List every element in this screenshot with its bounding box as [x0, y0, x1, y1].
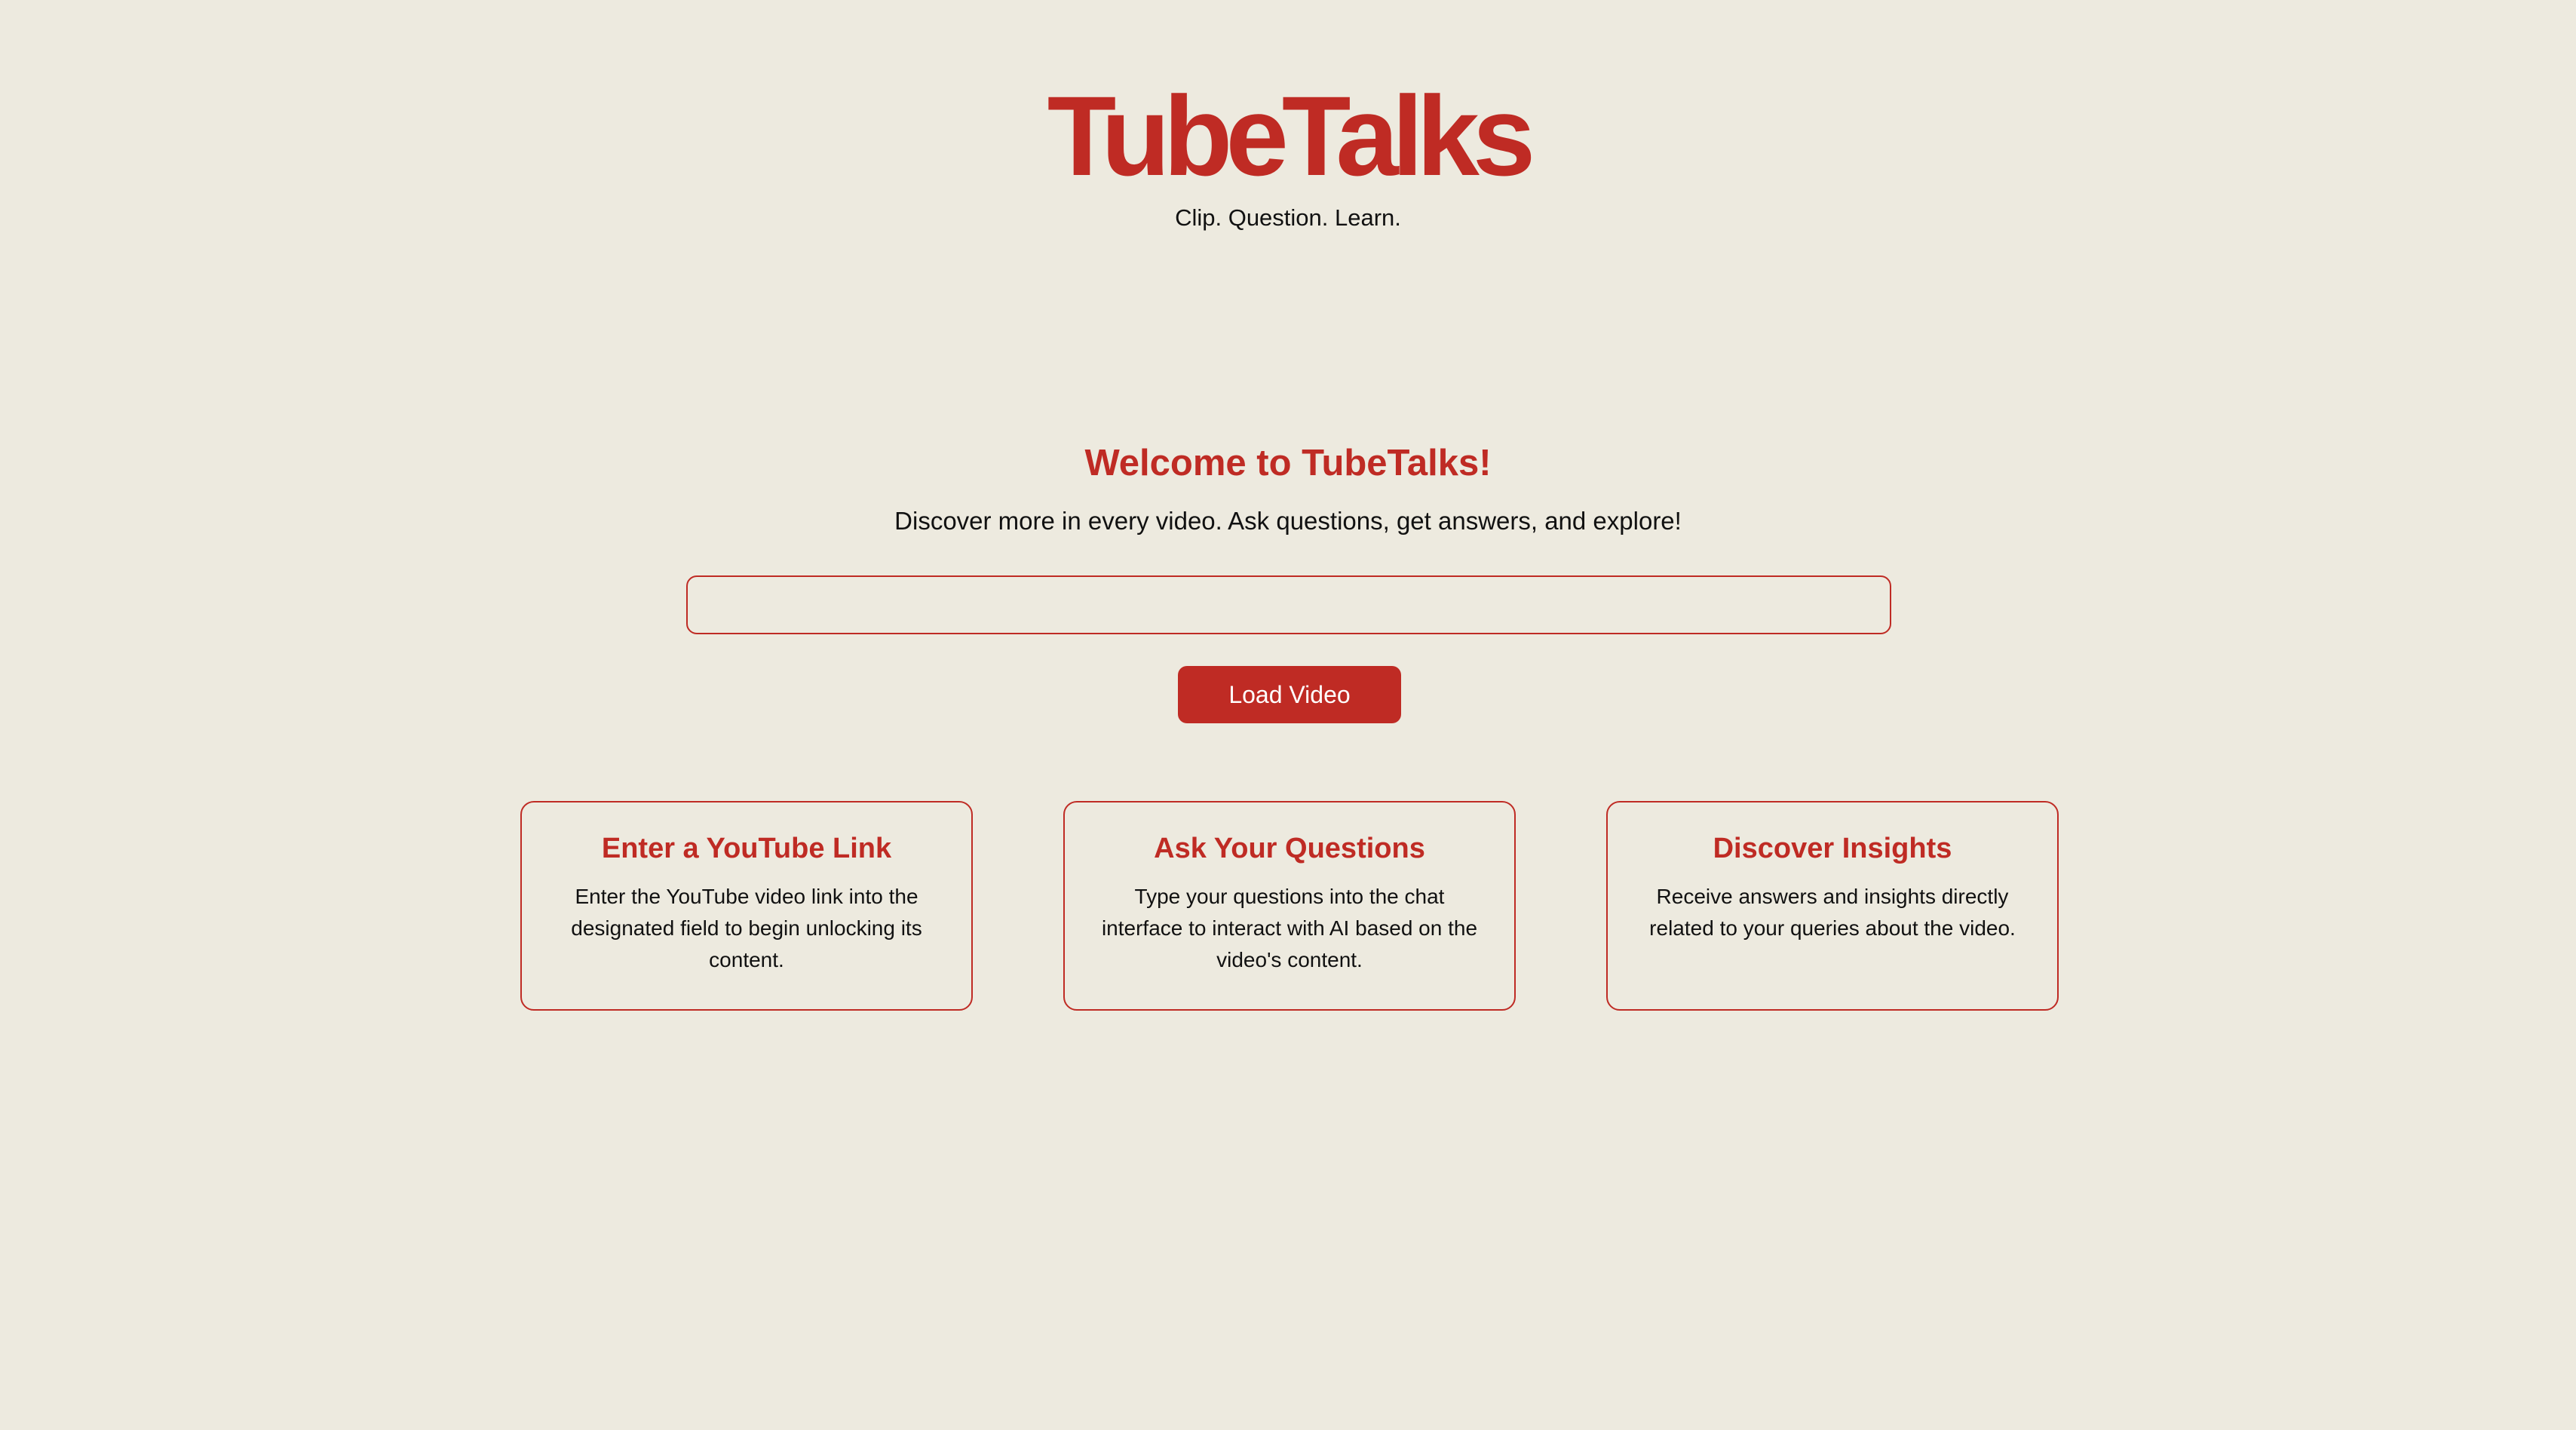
feature-card-text: Type your questions into the chat interf… [1101, 885, 1478, 971]
load-video-button[interactable]: Load Video [1178, 666, 1401, 723]
feature-card-ask-questions: Ask Your Questions Type your questions i… [1063, 801, 1516, 1011]
feature-card-text: Enter the YouTube video link into the de… [571, 885, 922, 971]
welcome-section: Welcome to TubeTalks! Discover more in e… [0, 437, 2576, 538]
app-header: TubeTalks Clip. Question. Learn. [0, 72, 2576, 233]
feature-card-title: Discover Insights [1713, 833, 1952, 864]
feature-card-discover-insights: Discover Insights Receive answers and in… [1606, 801, 2059, 1011]
feature-card-title: Ask Your Questions [1154, 833, 1425, 864]
feature-card-enter-link: Enter a YouTube Link Enter the YouTube v… [520, 801, 973, 1011]
welcome-subtitle: Discover more in every video. Ask questi… [894, 507, 1682, 535]
youtube-link-input[interactable] [686, 575, 1891, 634]
app-logo: TubeTalks [1047, 72, 1536, 199]
feature-card-title: Enter a YouTube Link [601, 833, 892, 864]
feature-card-text: Receive answers and insights directly re… [1649, 885, 2016, 940]
welcome-title: Welcome to TubeTalks! [1084, 443, 1492, 483]
app-tagline: Clip. Question. Learn. [1175, 204, 1401, 231]
